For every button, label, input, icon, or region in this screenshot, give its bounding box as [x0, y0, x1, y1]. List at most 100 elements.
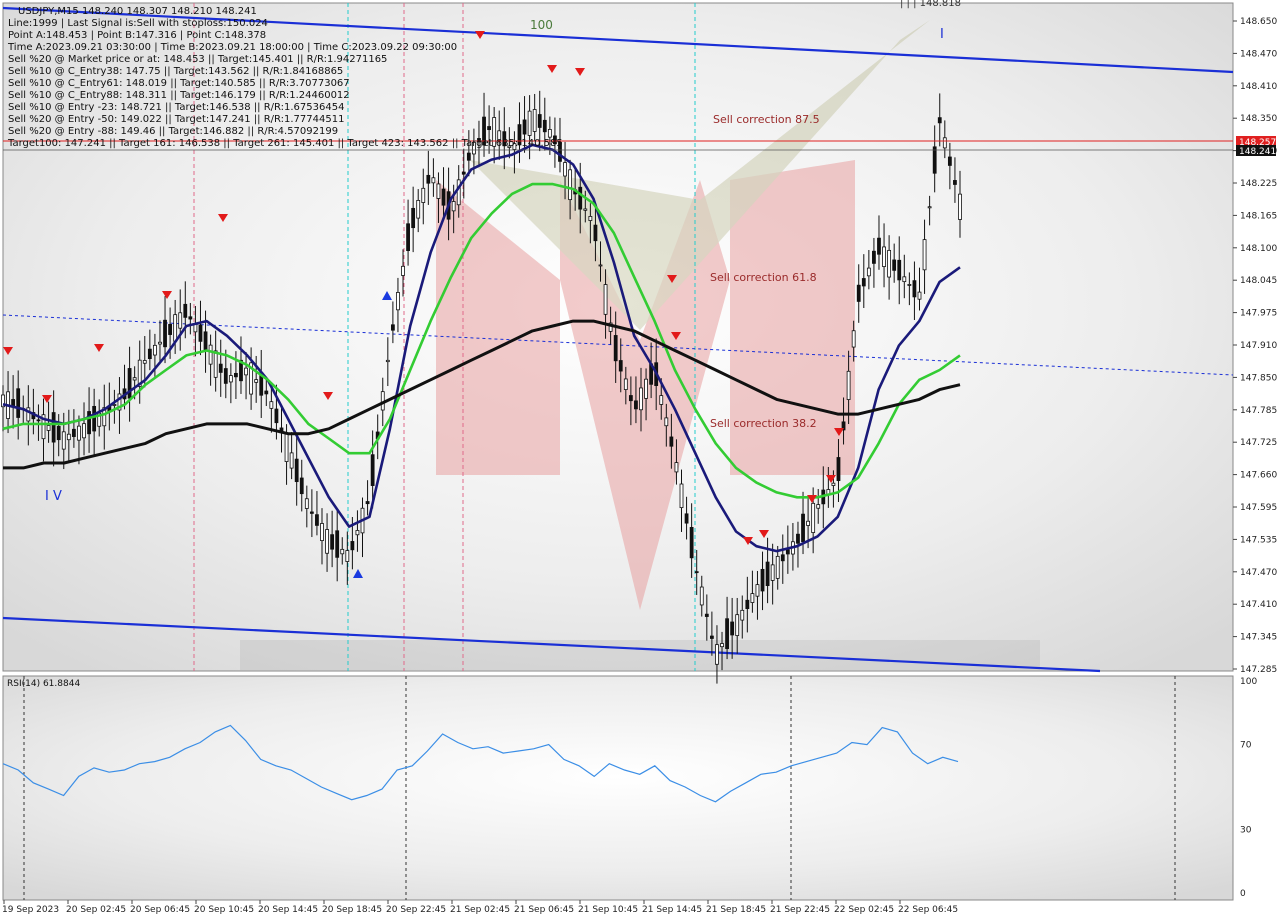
- candle-body: [709, 635, 714, 639]
- candle-body: [775, 555, 780, 579]
- price-tick-label: 147.595: [1240, 503, 1277, 513]
- candle-body: [679, 483, 684, 509]
- candle-body: [198, 324, 203, 342]
- price-tick-label: 147.535: [1240, 535, 1277, 545]
- price-tick-label: 148.350: [1240, 114, 1277, 124]
- price-tick-label: 148.650: [1240, 17, 1277, 27]
- candle-body: [851, 330, 856, 348]
- top-partial-label: | | | 148.818: [900, 0, 961, 9]
- candle-body: [66, 433, 71, 441]
- candle-body: [451, 201, 456, 212]
- candle-body: [466, 152, 471, 161]
- candle-body: [163, 319, 167, 348]
- candle-body: [588, 216, 593, 221]
- candle-body: [218, 363, 223, 373]
- time-label: 20 Sep 22:45: [386, 905, 446, 915]
- candle-body: [421, 187, 426, 203]
- candle-body: [147, 348, 152, 360]
- candle-body: [730, 621, 735, 636]
- candle-body: [274, 408, 279, 424]
- candle-body: [254, 379, 259, 383]
- info-line-6: Sell %10 @ C_Entry88: 148.311 || Target:…: [8, 90, 350, 101]
- candle-body: [537, 114, 542, 128]
- candle-body: [836, 457, 841, 482]
- price-tick-label: 148.470: [1240, 49, 1277, 59]
- candle-body: [725, 618, 729, 650]
- candle-body: [720, 643, 724, 648]
- candle-body: [173, 314, 178, 342]
- time-label: 21 Sep 22:45: [770, 905, 830, 915]
- price-tick-label: 148.045: [1240, 276, 1277, 286]
- time-label: 20 Sep 14:45: [258, 905, 318, 915]
- info-line-2: Time A:2023.09.21 03:30:00 | Time B:2023…: [7, 42, 457, 53]
- candle-body: [487, 126, 491, 131]
- candle-body: [406, 223, 410, 252]
- rsi-plot-background: [2, 675, 1234, 901]
- candle-body: [887, 249, 892, 278]
- candle-body: [82, 423, 86, 439]
- candle-body: [36, 419, 41, 422]
- candle-body: [806, 520, 810, 526]
- rsi-tick-label: 70: [1240, 741, 1252, 751]
- candle-body: [674, 462, 679, 473]
- candle-body: [208, 344, 213, 365]
- candle-body: [684, 513, 689, 524]
- candle-body: [659, 395, 664, 405]
- price-tick-label: 147.785: [1240, 406, 1277, 416]
- info-line-5: Sell %10 @ C_Entry61: 148.019 || Target:…: [8, 78, 350, 89]
- candle-body: [264, 390, 269, 395]
- candle-body: [56, 425, 61, 441]
- candle-body: [183, 303, 188, 318]
- candle-body: [735, 614, 740, 636]
- candle-body: [132, 377, 137, 381]
- candle-body: [593, 224, 598, 242]
- rsi-tick-label: 100: [1240, 677, 1257, 687]
- candle-body: [203, 331, 208, 352]
- price-tick-label: 148.410: [1240, 82, 1277, 92]
- candle-body: [71, 428, 76, 437]
- candle-body: [628, 395, 633, 402]
- info-line-10: Target100: 147.241 || Target 161: 146.53…: [7, 138, 563, 149]
- time-label: 20 Sep 02:45: [66, 905, 126, 915]
- candle-body: [740, 609, 745, 621]
- candle-body: [644, 378, 648, 399]
- time-label: 21 Sep 06:45: [514, 905, 574, 915]
- info-line-0: Line:1999 | Last Signal is:Sell with sto…: [8, 18, 268, 29]
- trading-chart[interactable]: USDJPY,M15 148.240 148.307 148.210 148.2…: [0, 0, 1280, 920]
- candle-body: [77, 425, 81, 441]
- candle-body: [801, 513, 805, 543]
- candle-body: [390, 324, 395, 331]
- candle-body: [618, 360, 623, 372]
- candle-body: [340, 548, 345, 555]
- candle-body: [563, 162, 567, 177]
- candle-body: [441, 188, 446, 206]
- candle-body: [861, 278, 866, 287]
- rsi-axis: 100 70 30 0: [1240, 677, 1257, 899]
- candle-body: [345, 550, 350, 562]
- wave-label-i: I: [940, 27, 944, 42]
- candle-body: [244, 367, 248, 376]
- candle-body: [583, 208, 588, 211]
- chart-canvas[interactable]: USDJPY,M15 148.240 148.307 148.210 148.2…: [0, 0, 1280, 920]
- candle-body: [882, 246, 886, 267]
- candle-body: [902, 276, 907, 283]
- price-tick-label: 147.910: [1240, 341, 1277, 351]
- time-label: 22 Sep 02:45: [834, 905, 894, 915]
- candle-body: [958, 193, 962, 220]
- info-line-3: Sell %20 @ Market price or at: 148.453 |…: [8, 54, 387, 65]
- candle-body: [704, 613, 709, 617]
- price-tick-label: 147.725: [1240, 438, 1277, 448]
- candle-body: [760, 568, 765, 592]
- candle-body: [745, 599, 750, 610]
- candle-body: [947, 156, 952, 166]
- info-line-4: Sell %10 @ C_Entry38: 147.75 || Target:1…: [8, 66, 343, 77]
- candle-body: [127, 368, 132, 399]
- candle-body: [16, 388, 21, 418]
- candle-body: [153, 344, 157, 356]
- candle-body: [61, 431, 66, 450]
- candle-body: [598, 264, 603, 267]
- candle-body: [234, 372, 238, 378]
- candle-body: [436, 183, 441, 199]
- time-label: 21 Sep 02:45: [450, 905, 510, 915]
- candle-body: [294, 458, 299, 483]
